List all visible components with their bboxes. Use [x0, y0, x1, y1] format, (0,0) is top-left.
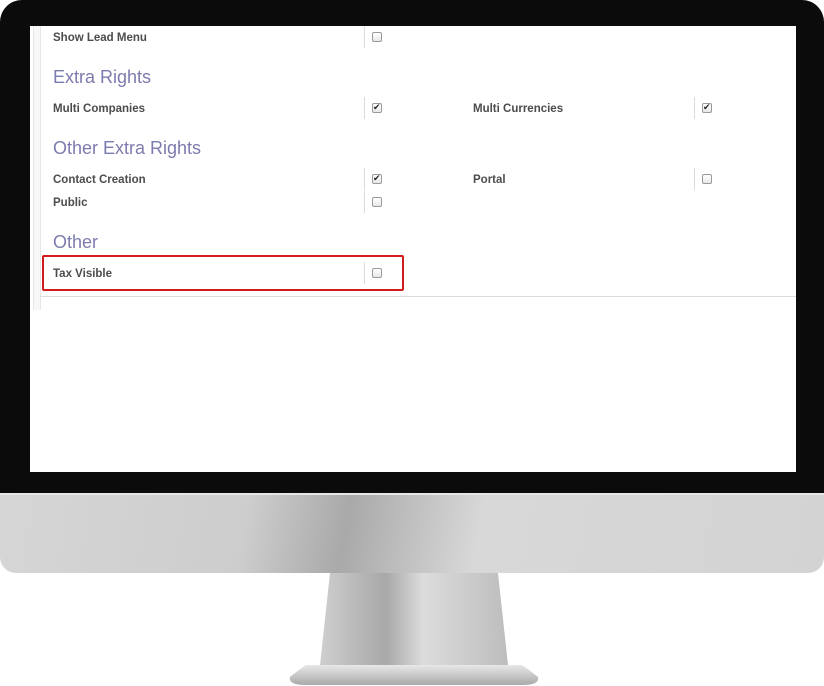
screen: Show Lead Menu Extra Rights Multi Compan… — [30, 26, 796, 472]
field-separator — [364, 97, 365, 119]
field-label-multi-currencies: Multi Currencies — [473, 103, 564, 115]
field-separator — [364, 26, 365, 48]
checkbox-show-lead-menu[interactable] — [372, 32, 382, 42]
field-label-contact-creation: Contact Creation — [53, 174, 146, 186]
section-title-other: Other — [53, 232, 99, 252]
section-title-other-extra-rights: Other Extra Rights — [53, 138, 202, 158]
field-separator — [364, 168, 365, 190]
checkbox-multi-companies[interactable] — [372, 103, 382, 113]
field-separator — [694, 97, 695, 119]
checkbox-public[interactable] — [372, 197, 382, 207]
field-label-portal: Portal — [473, 174, 506, 186]
field-separator — [694, 168, 695, 190]
field-separator — [364, 191, 365, 213]
field-label-multi-companies: Multi Companies — [53, 103, 146, 115]
checkbox-contact-creation[interactable] — [372, 174, 382, 184]
checkbox-multi-currencies[interactable] — [702, 103, 712, 113]
checkbox-portal[interactable] — [702, 174, 712, 184]
monitor-stand — [289, 573, 539, 685]
field-label-public: Public — [53, 197, 88, 209]
section-title-extra-rights: Extra Rights — [53, 67, 152, 87]
highlight-box-tax-visible — [42, 255, 404, 291]
form-sheet-bottom-border — [40, 296, 796, 297]
monitor-chin — [0, 493, 824, 573]
field-label-show-lead-menu: Show Lead Menu — [53, 32, 147, 44]
form-sheet-edge — [33, 26, 41, 310]
